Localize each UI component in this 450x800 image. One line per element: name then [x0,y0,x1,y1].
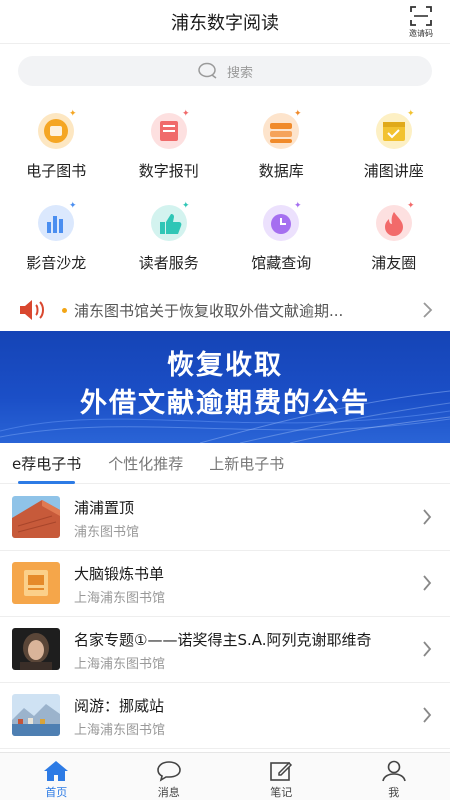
ebook-list: 浦浦置顶 浦东图书馆 大脑锻炼书单 上海浦东图书馆 名家专题①——诺奖得主S.A… [0,485,450,749]
video-chart-icon: ✦ [38,201,77,241]
svg-text:✦: ✦ [294,109,302,119]
person-icon [381,760,406,782]
search-input[interactable]: 搜索 [18,56,432,86]
list-item[interactable]: 浦浦置顶 浦东图书馆 [0,485,450,551]
tabbar-label: 笔记 [270,786,293,799]
grid-label-database: 数据库 [258,162,304,180]
svg-text:✦: ✦ [294,201,302,211]
tabbar-home[interactable]: 首页 [0,753,113,800]
notice-text[interactable]: 浦东图书馆关于恢复收取外借文献逾期... [74,300,404,321]
search-placeholder: 搜索 [226,65,253,81]
chevron-right-icon [423,509,432,525]
grid-item-digital-newspapers[interactable]: ✦ 数字报刊 [113,100,226,192]
orange-book-thumb [12,562,60,604]
norway-town-thumb [12,694,60,736]
tabbar-label: 我 [388,786,400,799]
tab-personalized[interactable]: 个性化推荐 [108,444,183,484]
grid-item-ebooks[interactable]: ✦ 电子图书 [0,100,113,192]
database-icon: ✦ [263,109,302,149]
notice-dot [62,307,67,313]
svg-text:✦: ✦ [407,201,415,211]
bottom-tab-bar: 首页 消息 笔记 我 [0,752,450,800]
grid-item-reader-services[interactable]: ✦ 读者服务 [113,192,226,284]
svg-text:✦: ✦ [69,201,77,211]
home-icon [44,761,69,781]
grid-label-reader-services: 读者服务 [138,254,199,272]
chevron-right-icon[interactable] [422,301,434,319]
scan-icon [410,6,432,26]
grid-label-av-salon: 影音沙龙 [26,254,87,272]
svg-text:✦: ✦ [407,109,415,119]
speaker-icon [20,300,44,320]
newspaper-icon: ✦ [150,109,190,149]
grid-label-pu-friends: 浦友圈 [371,254,417,272]
flame-icon: ✦ [375,201,415,241]
grid-label-collection-search: 馆藏查询 [251,254,312,272]
top-header: 浦东数字阅读 邀请码 [0,0,450,44]
tabbar-label: 首页 [45,786,68,799]
chevron-right-icon [423,575,432,591]
chevron-right-icon [423,641,432,657]
grid-label-ebooks: 电子图书 [26,162,87,180]
grid-item-database[interactable]: ✦ 数据库 [225,100,338,192]
tabbar-messages[interactable]: 消息 [113,753,226,800]
app-title: 浦东数字阅读 [171,12,279,34]
clock-icon: ✦ [263,201,302,241]
svg-text:✦: ✦ [182,201,190,211]
list-item[interactable]: 大脑锻炼书单 上海浦东图书馆 [0,551,450,617]
tab-new-ebooks[interactable]: 上新电子书 [209,444,284,484]
tabbar-notes[interactable]: 笔记 [225,753,338,800]
list-item-subtitle: 上海浦东图书馆 [74,657,166,672]
list-item-title: 名家专题①——诺奖得主S.A.阿列克谢耶维奇 [74,631,372,649]
list-item-subtitle: 上海浦东图书馆 [74,723,166,738]
grid-item-collection-search[interactable]: ✦ 馆藏查询 [225,192,338,284]
search-icon [198,62,217,79]
grid-item-lectures[interactable]: ✦ 浦图讲座 [338,100,450,192]
grid-label-digital-newspapers: 数字报刊 [138,162,199,180]
grid-item-pu-friends[interactable]: ✦ 浦友圈 [338,192,450,284]
banner-title-line2: 外借文献逾期费的公告 [80,388,370,419]
building-photo-thumb [12,496,60,538]
announcement-banner[interactable]: 恢复收取 外借文献逾期费的公告 [0,331,450,443]
chat-bubble-icon [156,761,181,782]
grid-label-lectures: 浦图讲座 [363,162,424,180]
svg-text:✦: ✦ [69,109,77,119]
svg-text:✦: ✦ [182,109,190,119]
list-item-subtitle: 浦东图书馆 [74,525,140,540]
thumbs-up-icon: ✦ [150,201,190,241]
edit-note-icon [270,761,293,781]
list-item[interactable]: 名家专题①——诺奖得主S.A.阿列克谢耶维奇 上海浦东图书馆 [0,617,450,683]
tab-e-recommend[interactable]: e荐电子书 [12,444,81,484]
list-item-subtitle: 上海浦东图书馆 [74,591,166,606]
invite-label: 邀请码 [409,29,433,38]
list-item-title: 阅游：挪威站 [74,697,165,715]
invite-code-button[interactable]: 邀请码 [406,5,436,39]
grid-item-av-salon[interactable]: ✦ 影音沙龙 [0,192,113,284]
tabbar-me[interactable]: 我 [338,753,450,800]
notice-bar[interactable]: 浦东图书馆关于恢复收取外借文献逾期... [0,290,450,330]
list-item-title: 浦浦置顶 [74,499,135,517]
ebook-tabs: e荐电子书 个性化推荐 上新电子书 [0,444,450,484]
list-item-title: 大脑锻炼书单 [74,565,165,583]
banner-title-line1: 恢复收取 [167,350,283,381]
tabbar-label: 消息 [157,786,180,799]
feature-grid: ✦ 电子图书 ✦ 数字报刊 ✦ 数据库 ✦ 浦图讲座 ✦ 影音沙龙 ✦ 读者服务… [0,100,450,284]
list-item[interactable]: 阅游：挪威站 上海浦东图书馆 [0,683,450,749]
ebook-icon: ✦ [38,109,77,149]
author-portrait-thumb [12,628,60,670]
chevron-right-icon [423,707,432,723]
lecture-calendar-icon: ✦ [375,109,415,149]
